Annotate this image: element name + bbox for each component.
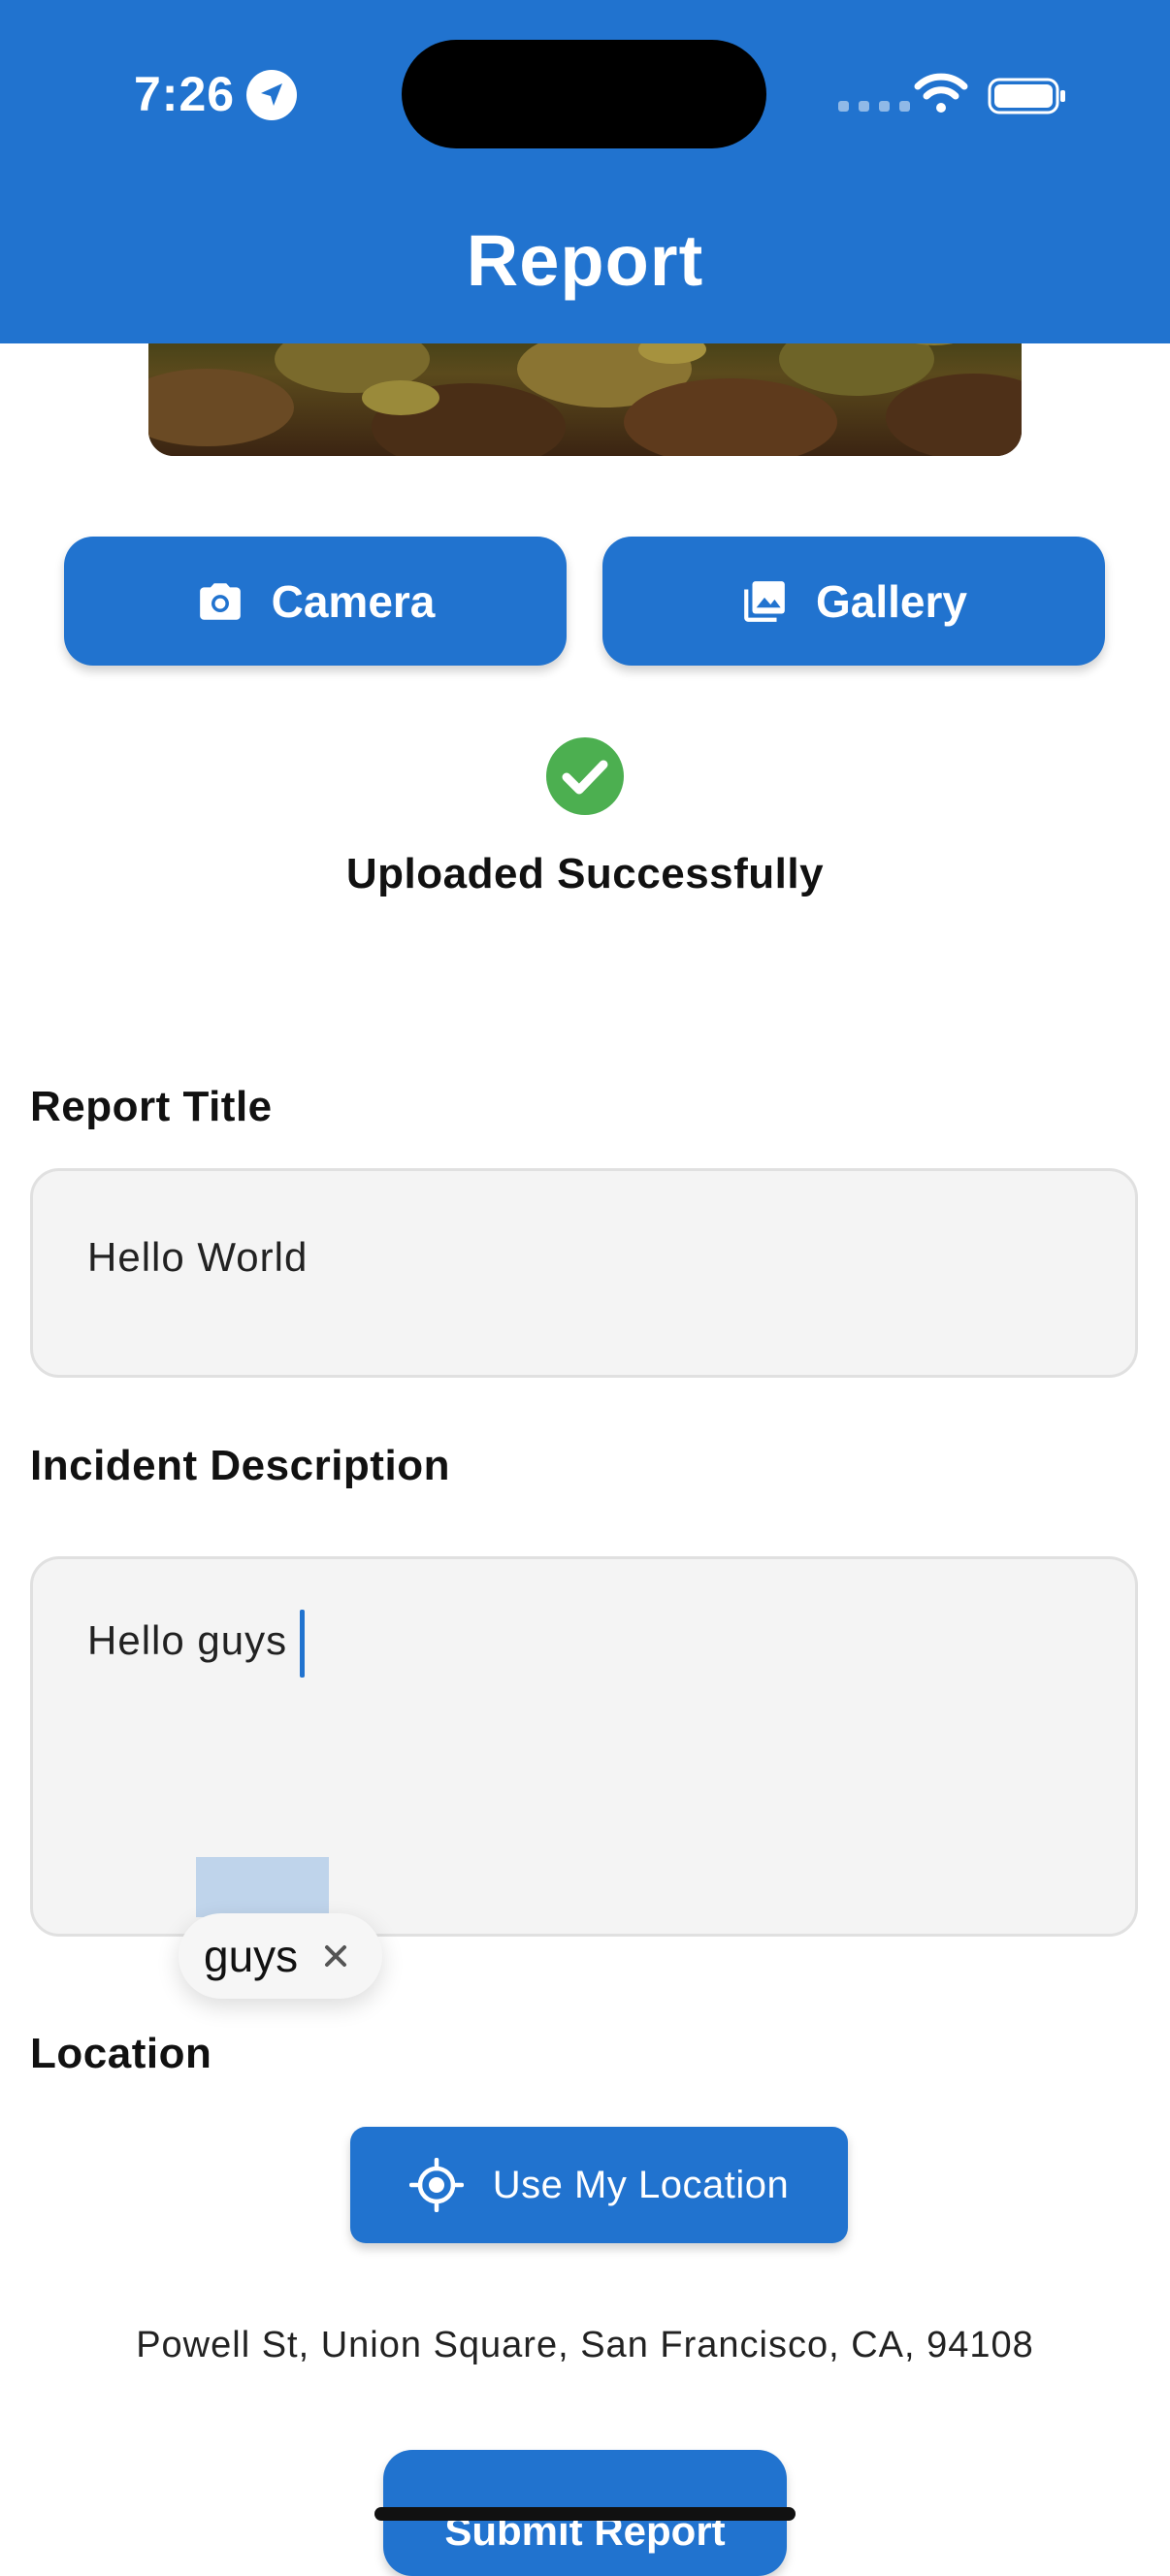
gallery-button[interactable]: Gallery — [602, 537, 1105, 666]
dynamic-island — [402, 40, 766, 148]
page-title: Report — [466, 220, 704, 301]
text-suggestion-bubble[interactable]: guys — [179, 1913, 382, 1999]
use-my-location-label: Use My Location — [492, 2163, 790, 2206]
wifi-icon — [914, 73, 968, 113]
use-my-location-button[interactable]: Use My Location — [350, 2127, 848, 2243]
suggestion-word: guys — [204, 1931, 299, 1981]
check-circle-icon — [546, 737, 624, 815]
status-time: 7:26 — [134, 67, 236, 121]
camera-icon — [199, 582, 241, 620]
location-arrow-icon — [246, 70, 297, 120]
camera-button-label: Camera — [271, 575, 436, 627]
image-icon — [744, 580, 785, 622]
home-indicator[interactable] — [374, 2507, 796, 2521]
crosshair-icon — [408, 2158, 464, 2212]
incident-description-label: Incident Description — [30, 1442, 450, 1489]
report-title-value: Hello World — [87, 1234, 309, 1280]
close-icon[interactable] — [318, 1939, 353, 1973]
camera-button[interactable]: Camera — [64, 537, 567, 666]
location-address: Powell St, Union Square, San Francisco, … — [136, 2325, 1034, 2365]
gallery-button-label: Gallery — [816, 575, 967, 627]
report-title-input[interactable]: Hello World — [30, 1168, 1138, 1378]
incident-description-value: Hello guys — [87, 1617, 288, 1663]
report-title-label: Report Title — [30, 1083, 273, 1130]
signal-icon — [838, 101, 910, 112]
battery-icon — [988, 78, 1065, 114]
app-header: 7:26 Report — [0, 0, 1170, 343]
upload-status-text: Uploaded Successfully — [345, 850, 825, 897]
word-highlight — [196, 1857, 329, 1917]
location-label: Location — [30, 2030, 212, 2077]
text-cursor — [300, 1610, 305, 1678]
